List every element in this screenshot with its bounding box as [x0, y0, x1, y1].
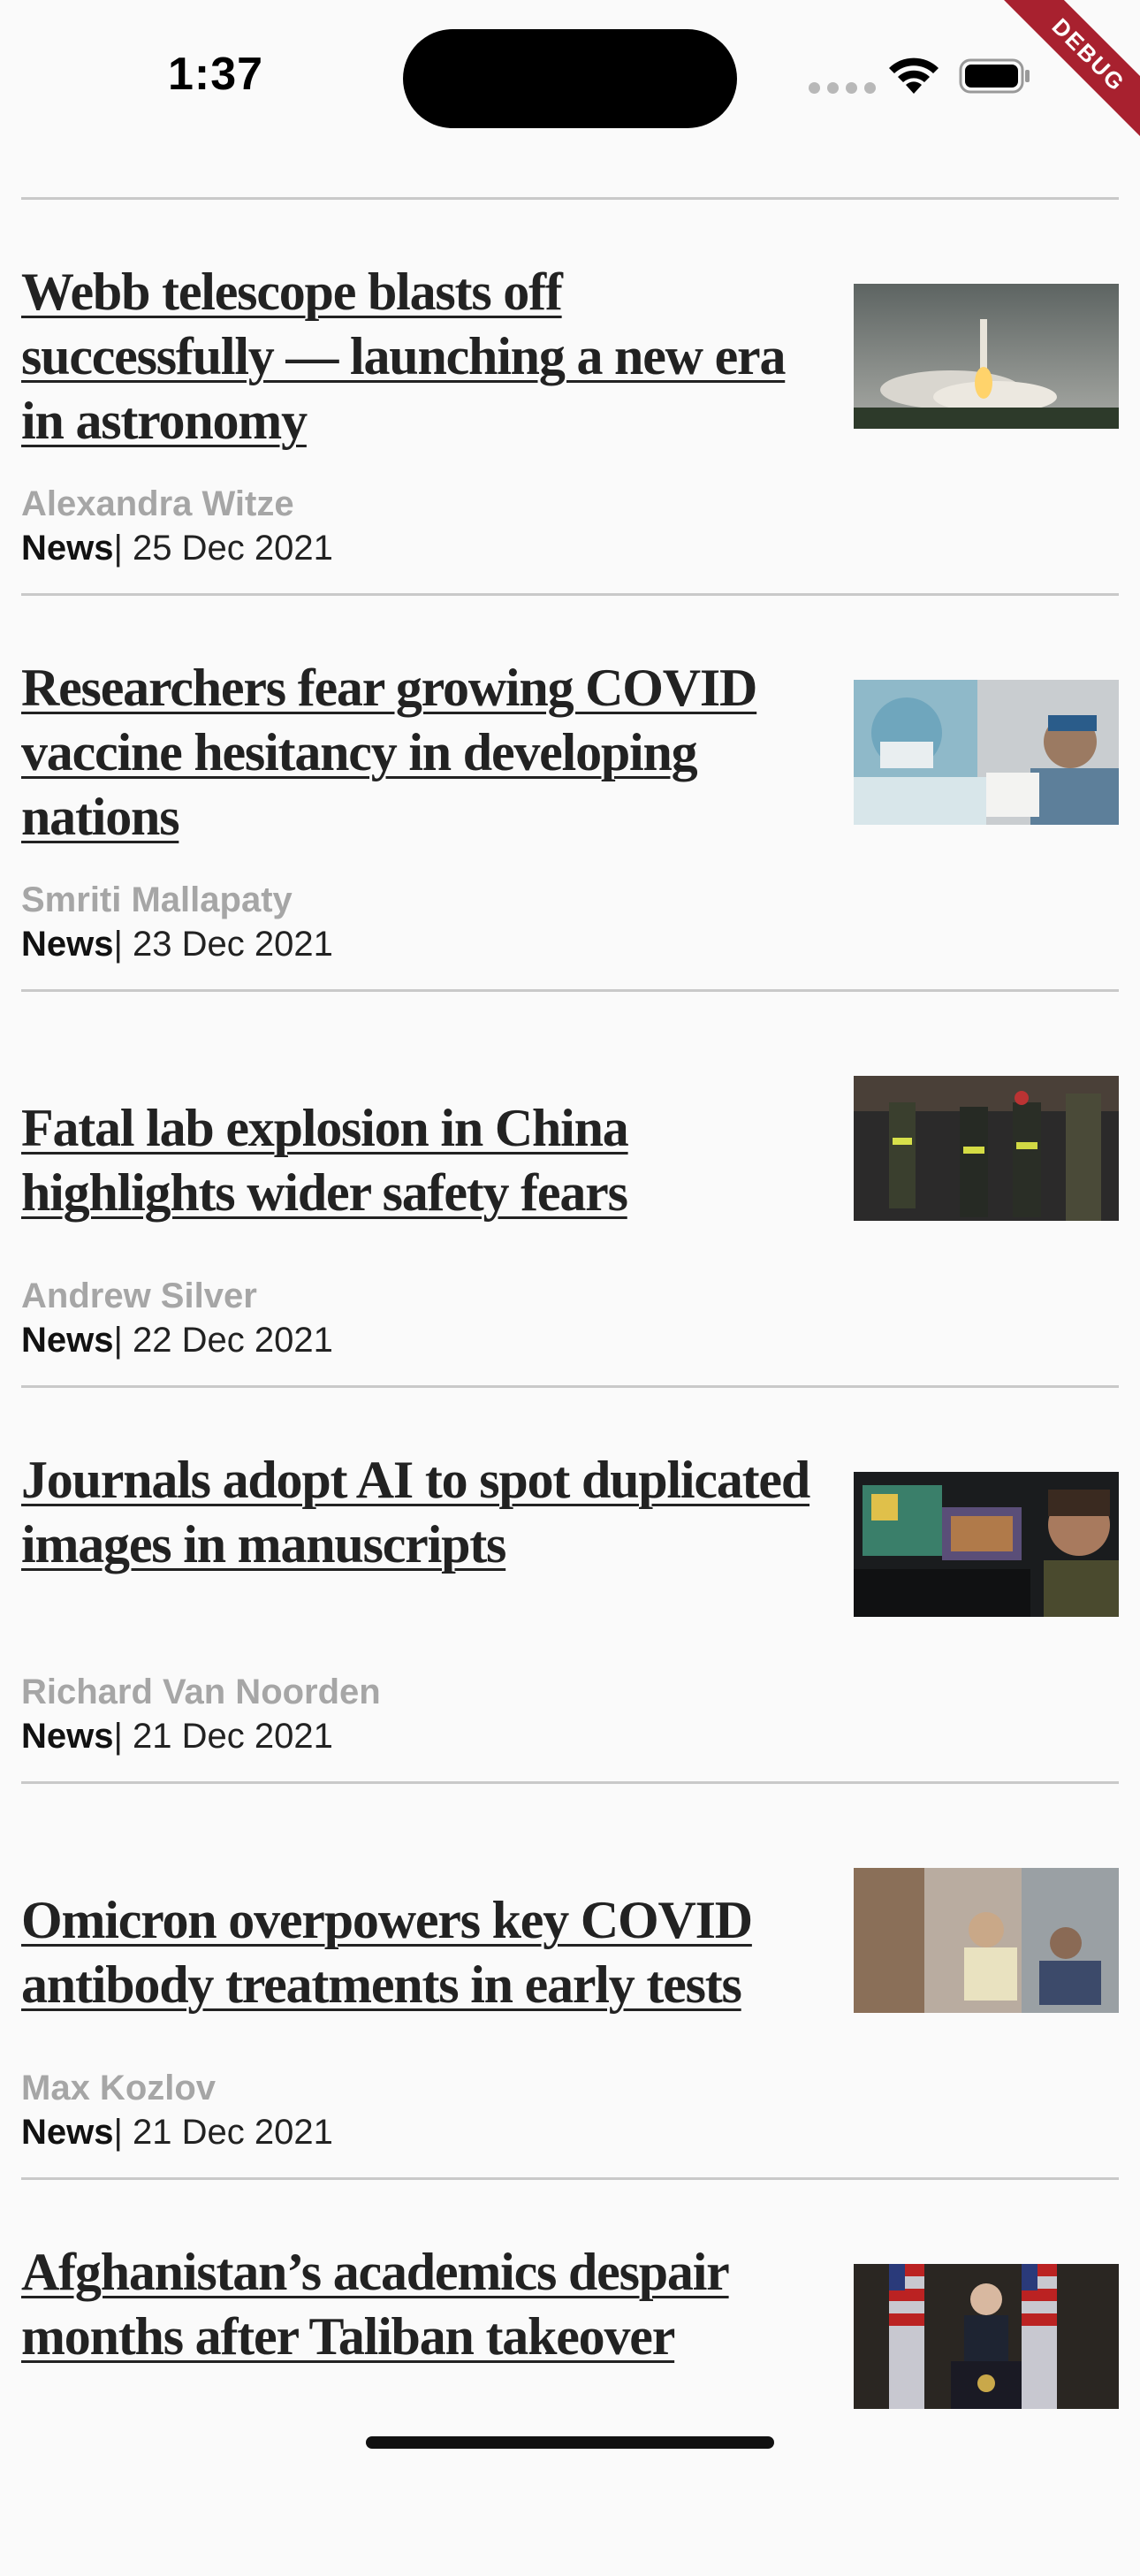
- debug-label: DEBUG: [981, 0, 1140, 159]
- article-meta: News| 21 Dec 2021: [21, 1717, 333, 1757]
- press-conference-image[interactable]: [854, 2264, 1119, 2409]
- wifi-icon: [889, 57, 939, 94]
- article-author: Richard Van Noorden: [21, 1673, 381, 1711]
- article-category: News: [21, 1321, 114, 1360]
- article-list: Webb telescope blasts off successfully —…: [21, 197, 1119, 2576]
- home-indicator[interactable]: [366, 2436, 774, 2449]
- article-author: Smriti Mallapaty: [21, 880, 293, 919]
- article-title-link[interactable]: Webb telescope blasts off successfully —…: [21, 260, 817, 453]
- article-meta: News| 23 Dec 2021: [21, 925, 333, 964]
- article-author: Alexandra Witze: [21, 484, 294, 523]
- monitors-image[interactable]: [854, 1472, 1119, 1617]
- article-category: News: [21, 925, 114, 964]
- article-date: | 25 Dec 2021: [113, 529, 333, 568]
- article-title-link[interactable]: Afghanistan’s academics despair months a…: [21, 2240, 817, 2369]
- article-date: | 22 Dec 2021: [113, 1321, 333, 1360]
- article-category: News: [21, 1717, 114, 1756]
- article-date: | 21 Dec 2021: [113, 1717, 333, 1756]
- article-date: | 21 Dec 2021: [113, 2113, 333, 2152]
- article-meta: News| 22 Dec 2021: [21, 1321, 333, 1360]
- article-item[interactable]: Fatal lab explosion in China highlights …: [21, 992, 1119, 1388]
- article-meta: News| 25 Dec 2021: [21, 529, 333, 568]
- article-title-link[interactable]: Omicron overpowers key COVID antibody tr…: [21, 1888, 817, 2017]
- article-meta: News| 21 Dec 2021: [21, 2113, 333, 2153]
- dynamic-island: [403, 29, 737, 128]
- article-title-link[interactable]: Researchers fear growing COVID vaccine h…: [21, 656, 817, 850]
- hospital-treatment-image[interactable]: [854, 1868, 1119, 2013]
- article-title-link[interactable]: Journals adopt AI to spot duplicated ima…: [21, 1448, 817, 1577]
- firefighters-image[interactable]: [854, 1076, 1119, 1221]
- article-item[interactable]: Journals adopt AI to spot duplicated ima…: [21, 1388, 1119, 1784]
- article-author: Andrew Silver: [21, 1277, 257, 1315]
- article-title-link[interactable]: Fatal lab explosion in China highlights …: [21, 1096, 817, 1225]
- article-item[interactable]: Afghanistan’s academics despair months a…: [21, 2180, 1119, 2576]
- cellular-signal-icon: [809, 82, 876, 94]
- status-bar: 1:37 DEBUG: [0, 0, 1140, 159]
- status-time: 1:37: [168, 49, 264, 100]
- article-date: | 23 Dec 2021: [113, 925, 333, 964]
- article-item[interactable]: Webb telescope blasts off successfully —…: [21, 200, 1119, 596]
- article-category: News: [21, 529, 114, 568]
- debug-banner: DEBUG: [981, 0, 1140, 159]
- vaccination-image[interactable]: [854, 680, 1119, 825]
- article-item[interactable]: Omicron overpowers key COVID antibody tr…: [21, 1784, 1119, 2180]
- article-author: Max Kozlov: [21, 2069, 217, 2107]
- rocket-launch-image[interactable]: [854, 284, 1119, 429]
- article-category: News: [21, 2113, 114, 2152]
- article-item[interactable]: Researchers fear growing COVID vaccine h…: [21, 596, 1119, 992]
